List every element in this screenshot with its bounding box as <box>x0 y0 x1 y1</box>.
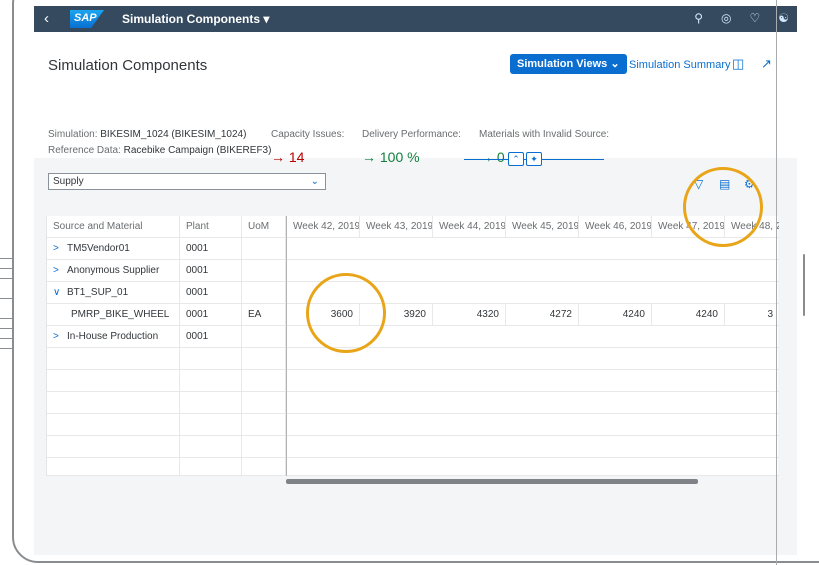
object-header: Simulation Components Simulation Views ⌄… <box>34 32 797 165</box>
column-header[interactable]: Week 46, 2019 <box>579 216 652 238</box>
simulation-views-button[interactable]: Simulation Views ⌄ <box>510 54 627 74</box>
quantity-cell[interactable]: 4272 <box>506 304 579 326</box>
highlight-ring-3600 <box>306 273 386 353</box>
quantity-cell[interactable]: 4320 <box>433 304 506 326</box>
simulation-info: Simulation: BIKESIM_1024 (BIKESIM_1024) <box>48 129 247 140</box>
plant-cell: 0001 <box>180 238 242 260</box>
uom-cell: EA <box>242 304 286 326</box>
scrollbar-thumb[interactable] <box>286 479 698 484</box>
uom-cell <box>242 260 286 282</box>
column-header[interactable]: Plant <box>180 216 242 238</box>
user-icon[interactable]: ☯ <box>778 11 789 25</box>
kpi-label: Capacity Issues: <box>271 129 345 140</box>
table-header: Source and Material Plant UoM Week 42, 2… <box>47 216 779 238</box>
uom-cell <box>242 282 286 304</box>
kpi-value[interactable]: → 14 <box>271 149 304 165</box>
device-divider <box>776 0 777 565</box>
quantity-cell[interactable]: 4240 <box>652 304 725 326</box>
table-row[interactable]: > TM5Vendor01 0001 <box>47 238 779 260</box>
reference-info: Reference Data: Racebike Campaign (BIKER… <box>48 145 272 156</box>
kpi-value[interactable]: → 100 % <box>362 149 420 165</box>
bell-icon[interactable]: ♡ <box>749 11 760 25</box>
table-row[interactable]: > Anonymous Supplier 0001 <box>47 260 779 282</box>
pin-header-icon[interactable]: ✦ <box>526 152 542 166</box>
chevron-down-icon: ⌄ <box>310 176 319 187</box>
material-cell: PMRP_BIKE_WHEEL <box>47 304 180 326</box>
table-row[interactable]: > In-House Production 0001 <box>47 326 779 348</box>
empty-row <box>47 414 779 436</box>
column-header[interactable]: Week 42, 2019 <box>287 216 360 238</box>
uom-cell <box>242 238 286 260</box>
empty-row <box>47 392 779 414</box>
supply-select[interactable]: Supply ⌄ <box>48 173 326 190</box>
simulation-summary-link[interactable]: Simulation Summary <box>629 59 730 71</box>
collapse-header-icon[interactable]: ⌃ <box>508 152 524 166</box>
app-title-menu[interactable]: Simulation Components ▾ <box>122 12 269 26</box>
source-cell: > Anonymous Supplier <box>47 260 180 282</box>
chevron-right-icon[interactable]: > <box>53 238 67 260</box>
sap-logo: SAP <box>70 10 104 28</box>
fixed-column-separator <box>286 216 287 476</box>
quantity-cell[interactable]: 4240 <box>579 304 652 326</box>
column-header[interactable]: UoM <box>242 216 286 238</box>
column-header[interactable]: Source and Material <box>47 216 180 238</box>
supply-select-value: Supply <box>53 176 84 187</box>
side-panel-icon[interactable]: ◫ <box>732 56 744 72</box>
device-side-handle <box>803 254 805 316</box>
header-toggle: ⌃ ✦ <box>508 152 542 166</box>
share-icon[interactable]: ↗ <box>761 56 772 72</box>
shell-bar: ‹ SAP Simulation Components ▾ ⚲ ◎ ♡ ☯ <box>34 6 797 32</box>
uom-cell <box>242 326 286 348</box>
column-header[interactable]: Week 43, 2019 <box>360 216 433 238</box>
chevron-right-icon[interactable]: > <box>53 326 67 348</box>
empty-row <box>47 370 779 392</box>
source-cell: > In-House Production <box>47 326 180 348</box>
chevron-right-icon[interactable]: > <box>53 260 67 282</box>
source-cell: ∨ BT1_SUP_01 <box>47 282 180 304</box>
search-icon[interactable]: ⚲ <box>694 11 703 25</box>
plant-cell: 0001 <box>180 282 242 304</box>
empty-row <box>47 348 779 370</box>
column-header[interactable]: Week 45, 2019 <box>506 216 579 238</box>
empty-row <box>47 436 779 458</box>
table-row[interactable]: PMRP_BIKE_WHEEL 0001 EA 3600 3920 4320 4… <box>47 304 779 326</box>
supply-table: Source and Material Plant UoM Week 42, 2… <box>46 216 779 480</box>
kpi-value[interactable]: → 0 <box>479 149 505 165</box>
kpi-label: Delivery Performance: <box>362 129 461 140</box>
plant-cell: 0001 <box>180 326 242 348</box>
kpi-label: Materials with Invalid Source: <box>479 129 610 140</box>
plant-cell: 0001 <box>180 260 242 282</box>
column-header[interactable]: Week 44, 2019 <box>433 216 506 238</box>
back-icon[interactable]: ‹ <box>44 10 49 27</box>
source-cell: > TM5Vendor01 <box>47 238 180 260</box>
plant-cell: 0001 <box>180 304 242 326</box>
empty-row <box>47 458 779 480</box>
page-title: Simulation Components <box>48 57 208 74</box>
highlight-ring-toolbar <box>683 167 763 247</box>
quantity-cell[interactable]: 3 <box>725 304 779 326</box>
copilot-icon[interactable]: ◎ <box>721 11 731 25</box>
table-row[interactable]: ∨ BT1_SUP_01 0001 <box>47 282 779 304</box>
chevron-down-icon[interactable]: ∨ <box>53 282 67 304</box>
